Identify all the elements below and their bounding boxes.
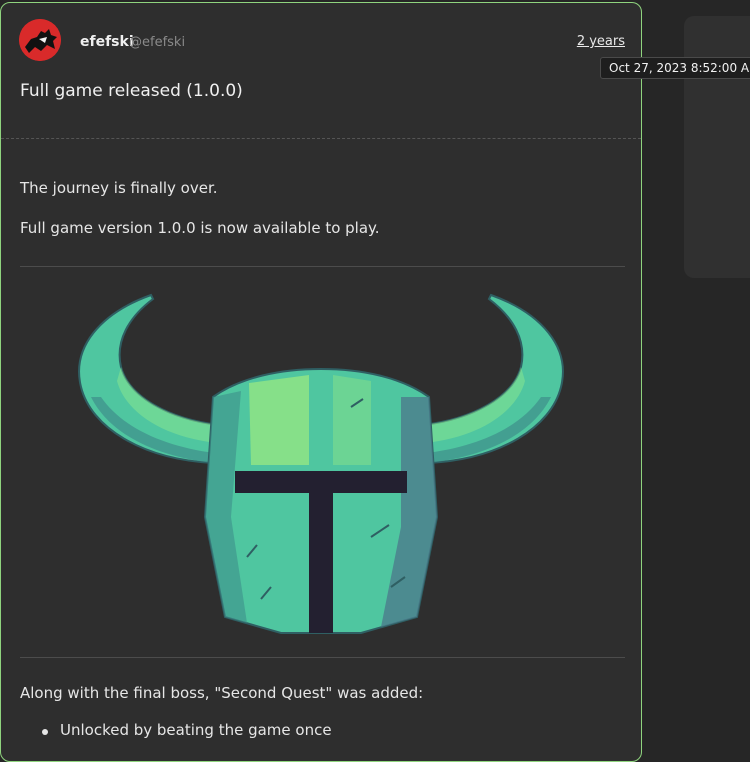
post-paragraph: Along with the final boss, "Second Quest… — [20, 684, 424, 702]
post-card: efefski @efefski 2 years Full game relea… — [0, 2, 642, 762]
timestamp-tooltip: Oct 27, 2023 8:52:00 AM — [600, 57, 750, 79]
author-name[interactable]: efefski — [80, 34, 134, 50]
horned-helmet-icon — [78, 293, 564, 634]
author-avatar[interactable] — [19, 19, 61, 61]
post-title: Full game released (1.0.0) — [20, 81, 243, 101]
avatar-image — [19, 19, 61, 61]
bullet-icon — [42, 729, 48, 735]
feature-list: Unlocked by beating the game once — [20, 721, 332, 739]
list-item: Unlocked by beating the game once — [20, 721, 332, 739]
header-divider — [1, 138, 641, 139]
post-paragraph: Full game version 1.0.0 is now available… — [20, 219, 380, 237]
side-panel-card — [684, 16, 750, 278]
content-divider — [20, 266, 625, 267]
list-item-text: Unlocked by beating the game once — [60, 721, 332, 739]
post-paragraph: The journey is finally over. — [20, 179, 218, 197]
author-handle: @efefski — [129, 35, 186, 50]
post-timestamp-link[interactable]: 2 years — [577, 34, 625, 49]
content-divider — [20, 657, 625, 658]
